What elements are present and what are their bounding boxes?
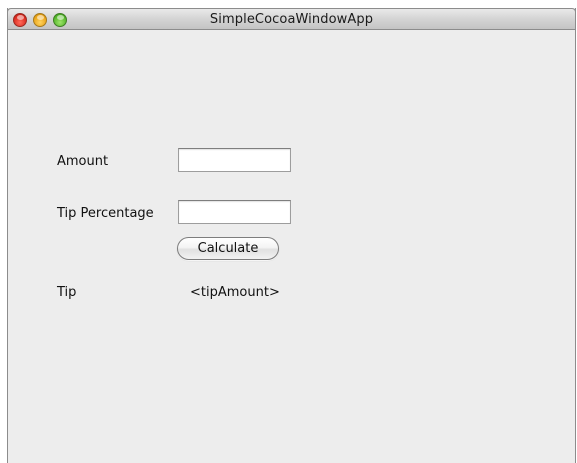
title-bar[interactable]: SimpleCocoaWindowApp — [7, 8, 576, 30]
app-window: SimpleCocoaWindowApp Amount Tip Percenta… — [7, 8, 576, 463]
amount-label: Amount — [57, 154, 109, 169]
tip-label: Tip — [57, 285, 77, 300]
tip-percentage-input[interactable] — [178, 200, 291, 224]
window-title: SimpleCocoaWindowApp — [209, 12, 374, 27]
tip-percentage-label: Tip Percentage — [57, 206, 154, 221]
calculate-button[interactable]: Calculate — [177, 237, 279, 260]
amount-input[interactable] — [178, 148, 291, 172]
tip-amount-value: <tipAmount> — [190, 285, 280, 300]
